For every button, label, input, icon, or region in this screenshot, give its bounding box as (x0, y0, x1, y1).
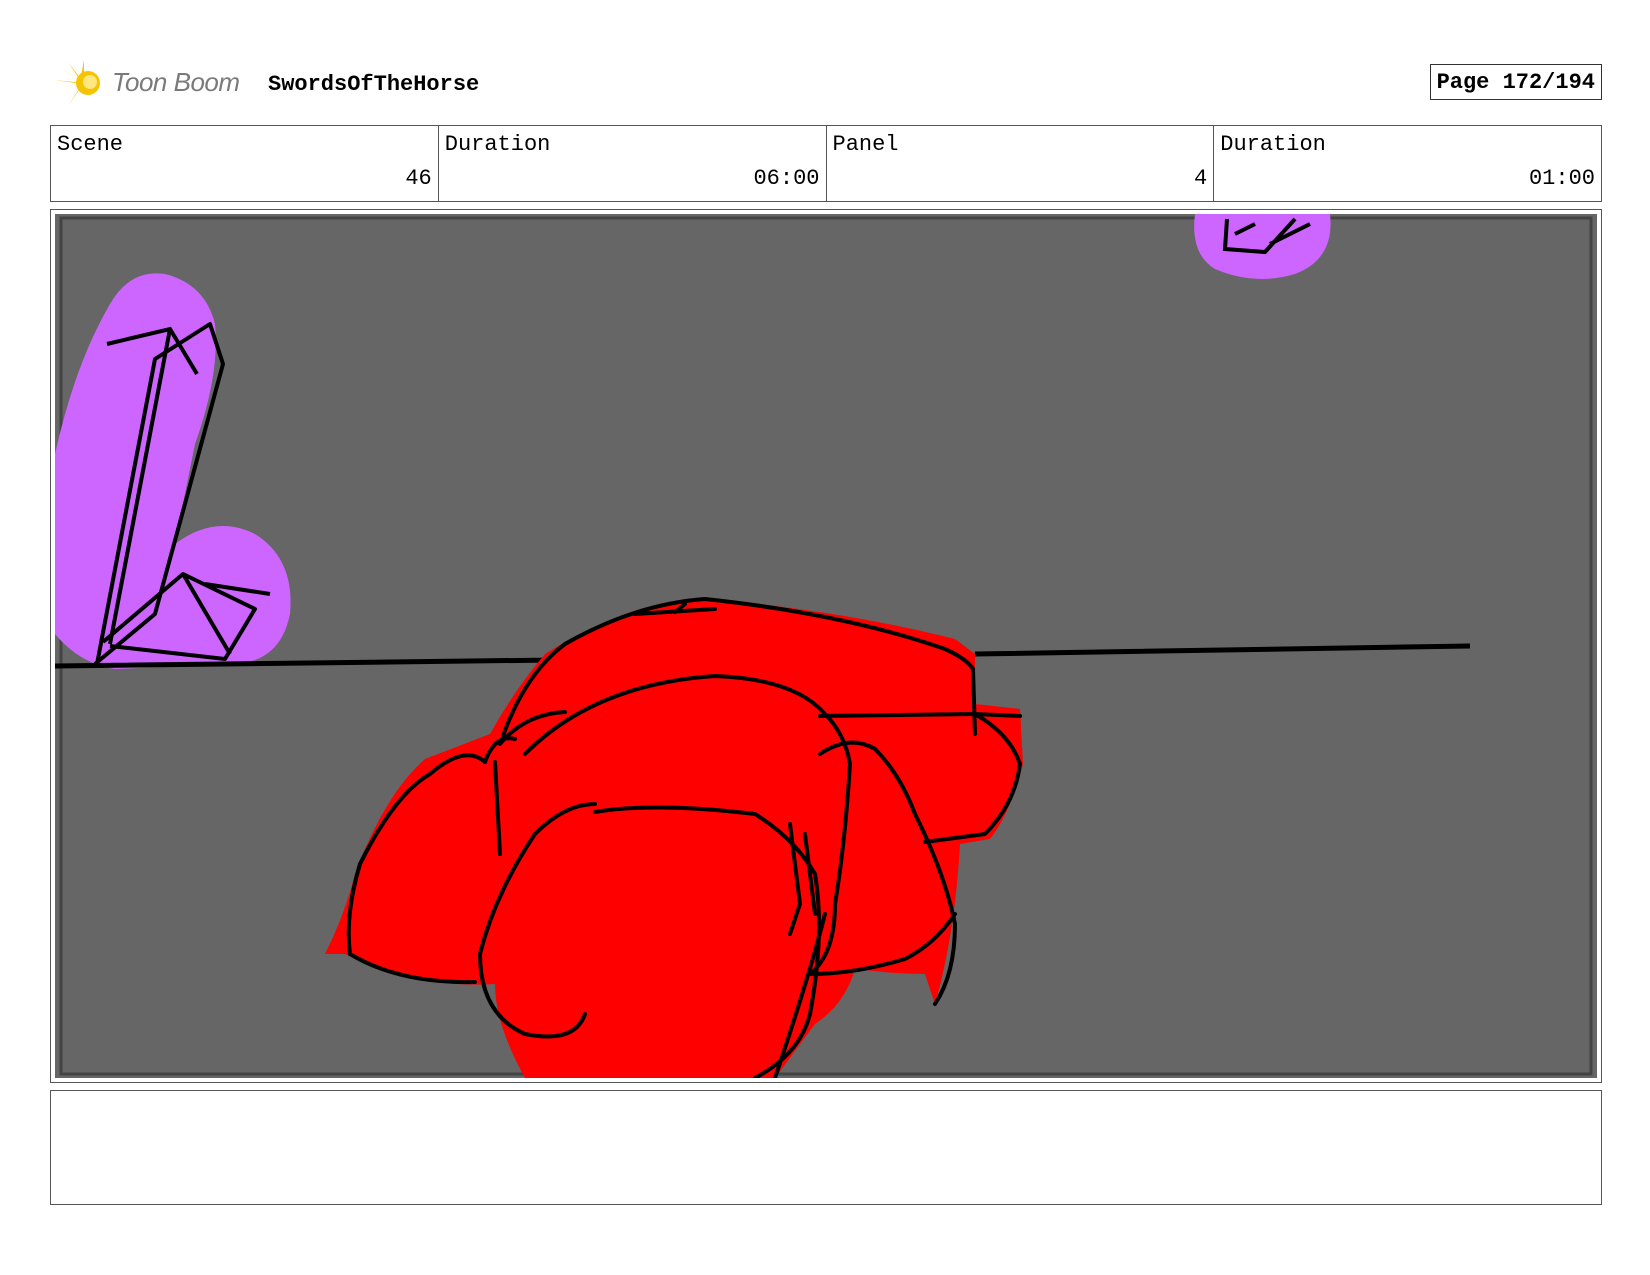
scene-duration-label: Duration (444, 132, 551, 157)
scene-duration-value: 06:00 (753, 166, 820, 191)
scene-info-table: Scene 46 Duration 06:00 Panel 4 Duration… (50, 125, 1602, 202)
storyboard-panel-frame (50, 209, 1602, 1083)
project-title: SwordsOfTheHorse (268, 72, 480, 97)
page-indicator: Page 172/194 (1429, 64, 1602, 100)
scene-value: 46 (405, 166, 432, 191)
panel-sketch (55, 214, 1597, 1078)
starburst-icon (54, 60, 100, 106)
toon-boom-logo: Toon Boom (54, 58, 254, 108)
panel-notes[interactable] (50, 1090, 1602, 1205)
panel-value: 4 (1194, 166, 1208, 191)
panel-duration-value: 01:00 (1528, 166, 1595, 191)
logo-text: Toon Boom (112, 67, 240, 97)
storyboard-header: Toon Boom SwordsOfTheHorse Page 172/194 (50, 58, 1602, 108)
panel-drawing (55, 214, 1597, 1078)
panel-label: Panel (832, 132, 899, 157)
panel-cell: Panel 4 (827, 126, 1215, 201)
scene-cell: Scene 46 (51, 126, 439, 201)
scene-duration-cell: Duration 06:00 (439, 126, 827, 201)
panel-duration-cell: Duration 01:00 (1214, 126, 1601, 201)
scene-label: Scene (57, 132, 124, 157)
panel-duration-label: Duration (1220, 132, 1326, 157)
